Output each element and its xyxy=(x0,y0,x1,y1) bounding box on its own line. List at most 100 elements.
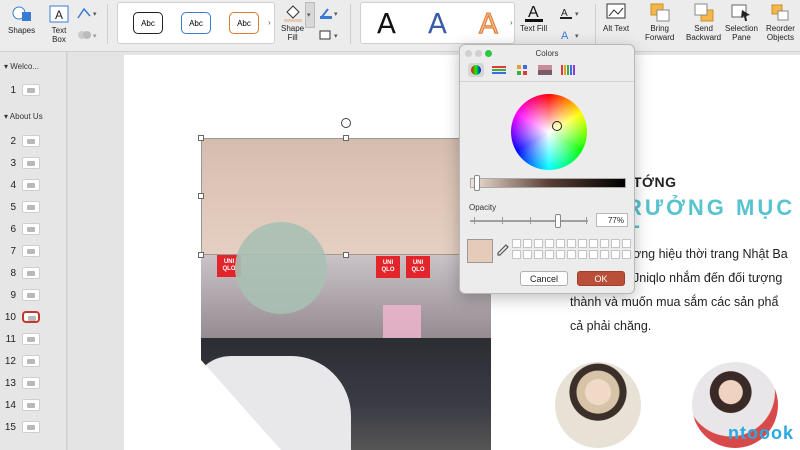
pencils-tab-icon[interactable] xyxy=(560,63,576,77)
slide-thumb-6[interactable]: 6 xyxy=(0,221,67,237)
saved-color-slot[interactable] xyxy=(600,239,609,248)
saved-color-slot[interactable] xyxy=(622,250,631,259)
color-wheel-tab-icon[interactable] xyxy=(468,63,484,77)
saved-color-slot[interactable] xyxy=(556,250,565,259)
body-line-3[interactable]: thành và muốn mua sắm các sản phẩ xyxy=(570,295,778,309)
saved-color-slot[interactable] xyxy=(578,250,587,259)
resize-handle[interactable] xyxy=(343,252,349,258)
shape-outline-icon[interactable]: ▾ xyxy=(318,6,342,25)
group-objects-icon[interactable]: ▾ xyxy=(76,28,100,47)
cancel-button[interactable]: Cancel xyxy=(520,271,568,286)
saved-color-slot[interactable] xyxy=(512,239,521,248)
image-palettes-tab-icon[interactable] xyxy=(537,63,553,77)
slide-thumb-12[interactable]: 12 xyxy=(0,353,67,369)
opacity-value-field[interactable]: 77% xyxy=(596,213,628,227)
resize-handle[interactable] xyxy=(198,252,204,258)
slide-thumbnails-panel[interactable]: ▾ Welco... 1 ▾ About Us 2 3 4 5 6 7 8 9 … xyxy=(0,52,67,450)
selection-pane-button[interactable]: Selection Pane xyxy=(725,2,758,42)
slide-subheading[interactable]: RƯỞNG MỤC T xyxy=(626,195,800,247)
saved-color-slot[interactable] xyxy=(578,239,587,248)
saved-color-slot[interactable] xyxy=(556,239,565,248)
colors-dialog[interactable]: Colors Opacity 77% Cancel OK xyxy=(459,44,635,294)
slide-heading[interactable]: TỚNG xyxy=(633,174,677,190)
slide-thumb-7[interactable]: 7 xyxy=(0,243,67,259)
slide-thumb-14[interactable]: 14 xyxy=(0,397,67,413)
text-fill-icon: A xyxy=(523,2,545,22)
wordart-gallery[interactable]: A A A xyxy=(360,2,515,44)
resize-handle[interactable] xyxy=(198,193,204,199)
alt-text-button[interactable]: Alt Text xyxy=(603,2,629,33)
shape-style-2[interactable]: Abc xyxy=(181,12,211,34)
slide-thumb-2[interactable]: 2 xyxy=(0,133,67,149)
rotate-handle-icon[interactable] xyxy=(341,118,351,128)
brightness-slider[interactable] xyxy=(470,178,626,188)
shape-fill-button[interactable]: Shape Fill xyxy=(281,2,304,42)
wordart-style-3[interactable]: A xyxy=(478,6,498,40)
reorder-objects-button[interactable]: Reorder Objects xyxy=(766,2,795,42)
text-outline-icon[interactable]: A ▾ xyxy=(559,6,583,25)
eyedropper-icon[interactable] xyxy=(497,244,509,261)
color-crosshair-icon[interactable] xyxy=(552,121,562,131)
saved-color-slot[interactable] xyxy=(534,239,543,248)
color-sliders-tab-icon[interactable] xyxy=(491,63,507,77)
circle-shape[interactable] xyxy=(235,222,327,314)
slide-thumb-10[interactable]: 10 xyxy=(0,309,67,325)
slide-thumb-1[interactable]: 1 xyxy=(0,82,67,98)
send-backward-button[interactable]: Send Backward xyxy=(686,2,721,42)
saved-color-slot[interactable] xyxy=(611,250,620,259)
saved-color-slot[interactable] xyxy=(523,239,532,248)
wordart-style-2[interactable]: A xyxy=(428,7,447,40)
slide-thumb-4[interactable]: 4 xyxy=(0,177,67,193)
slide-thumb-15[interactable]: 15 xyxy=(0,419,67,435)
saved-color-slot[interactable] xyxy=(622,239,631,248)
saved-colors-grid[interactable] xyxy=(512,239,631,259)
opacity-tick xyxy=(474,217,475,224)
saved-color-slot[interactable] xyxy=(523,250,532,259)
saved-color-slot[interactable] xyxy=(611,239,620,248)
opacity-slider[interactable] xyxy=(470,220,588,222)
slide-thumb-11[interactable]: 11 xyxy=(0,331,67,347)
opacity-slider-thumb[interactable] xyxy=(555,214,561,228)
slide-thumb-3[interactable]: 3 xyxy=(0,155,67,171)
person-photo-1[interactable] xyxy=(555,362,641,448)
slide-thumb-8[interactable]: 8 xyxy=(0,265,67,281)
shape-style-1[interactable]: Abc xyxy=(133,12,163,34)
shape-styles-gallery[interactable]: Abc Abc Abc xyxy=(117,2,275,44)
slide-thumb-9[interactable]: 9 xyxy=(0,287,67,303)
wordart-style-1[interactable]: A xyxy=(377,7,396,40)
section-welcome[interactable]: ▾ Welco... xyxy=(4,62,39,71)
saved-color-slot[interactable] xyxy=(600,250,609,259)
shape-fill-dropdown[interactable]: ▾ xyxy=(305,2,315,28)
gallery-more-icon[interactable]: › xyxy=(268,18,271,27)
saved-color-slot[interactable] xyxy=(512,250,521,259)
wordart-more-icon[interactable]: › xyxy=(510,18,513,27)
shape-effects-icon[interactable]: ▾ xyxy=(318,28,342,47)
brightness-slider-thumb[interactable] xyxy=(474,175,480,191)
dialog-titlebar[interactable]: Colors xyxy=(460,45,634,61)
ok-button[interactable]: OK xyxy=(577,271,625,286)
resize-handle[interactable] xyxy=(198,135,204,141)
section-about-us[interactable]: ▾ About Us xyxy=(4,112,43,121)
bring-forward-button[interactable]: Bring Forward xyxy=(645,2,674,42)
text-box-button[interactable]: A Text Box xyxy=(48,4,70,44)
text-fill-button[interactable]: A Text Fill xyxy=(520,2,547,33)
color-palettes-tab-icon[interactable] xyxy=(514,63,530,77)
saved-color-slot[interactable] xyxy=(545,239,554,248)
slide-thumb-5[interactable]: 5 xyxy=(0,199,67,215)
shape-style-3[interactable]: Abc xyxy=(229,12,259,34)
edit-shape-icon[interactable]: ▾ xyxy=(76,6,100,25)
saved-color-slot[interactable] xyxy=(567,239,576,248)
saved-color-slot[interactable] xyxy=(589,239,598,248)
saved-color-slot[interactable] xyxy=(534,250,543,259)
body-line-2[interactable]: Jniqlo nhắm đến đối tượng xyxy=(633,271,782,285)
slide-thumb-13[interactable]: 13 xyxy=(0,375,67,391)
current-color-swatch[interactable] xyxy=(467,239,493,263)
resize-handle[interactable] xyxy=(343,135,349,141)
body-line-1[interactable]: ơng hiệu thời trang Nhật Ba xyxy=(633,247,788,261)
saved-color-slot[interactable] xyxy=(567,250,576,259)
body-line-4[interactable]: cả phải chăng. xyxy=(570,319,651,333)
saved-color-slot[interactable] xyxy=(545,250,554,259)
saved-color-slot[interactable] xyxy=(589,250,598,259)
color-wheel[interactable] xyxy=(511,94,587,170)
shapes-button[interactable]: Shapes xyxy=(8,4,35,35)
